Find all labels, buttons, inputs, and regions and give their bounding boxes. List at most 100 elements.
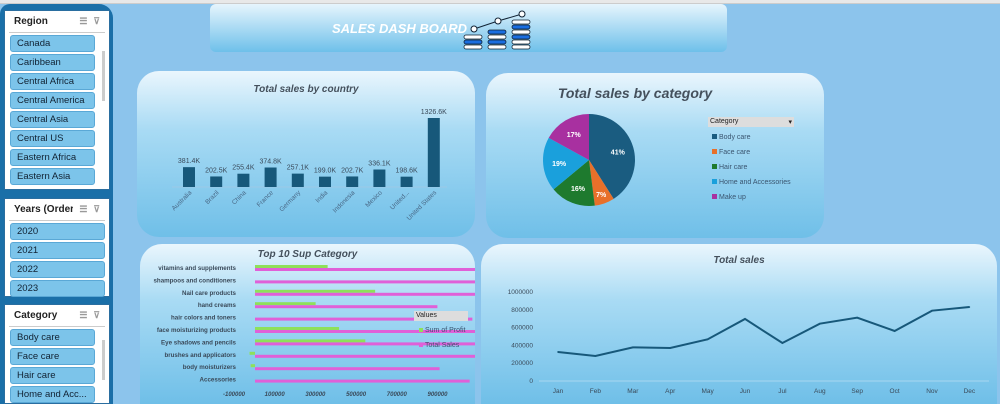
bar-total-sales: [255, 379, 470, 383]
slice-label: 17%: [567, 132, 582, 139]
x-tick-label: 700000: [387, 392, 408, 398]
x-tick-label: Dec: [964, 388, 976, 395]
y-tick-label: 400000: [511, 342, 533, 349]
bar: [183, 167, 195, 187]
data-label: 257.1K: [287, 165, 310, 172]
data-point: [819, 322, 821, 325]
slicer-item-category[interactable]: Face care: [10, 348, 95, 365]
bar: [210, 176, 223, 187]
clear-filter-icon[interactable]: ⊽: [93, 204, 100, 215]
legend-label: Home and Accessories: [719, 179, 791, 186]
region-slicer: Region ☰ ⊽ Canada Caribbean Central Africa Ce…: [4, 10, 110, 190]
x-tick-label: May: [701, 388, 714, 395]
slicer-item-years[interactable]: 2021: [10, 242, 105, 259]
data-label: 202.7K: [341, 167, 364, 174]
slicer-item-region[interactable]: Canada: [10, 35, 95, 52]
multi-select-icon[interactable]: ☰: [79, 16, 87, 27]
multi-select-icon[interactable]: ☰: [79, 310, 87, 321]
bar: [319, 176, 331, 187]
legend-item: Total Sales: [419, 342, 459, 349]
x-tick-label: Germany: [278, 189, 302, 213]
legend-swatch: [419, 328, 423, 332]
legend-item: Make up: [712, 194, 746, 201]
multi-select-icon[interactable]: ☰: [79, 204, 87, 215]
bar-profit: [255, 289, 376, 293]
slicer-item-years[interactable]: 2022: [10, 261, 105, 278]
x-tick-label: 500000: [346, 392, 367, 398]
bar-chart-growth-icon: [463, 10, 531, 50]
x-tick-label: 100000: [265, 392, 286, 398]
legend-swatch: [712, 134, 717, 139]
clear-filter-icon[interactable]: ⊽: [93, 16, 100, 27]
data-label: 336.1K: [368, 161, 391, 168]
y-tick-label: 200000: [511, 360, 533, 367]
bar-profit: [255, 327, 340, 330]
data-point: [632, 346, 634, 349]
category-label: vitamins and supplements: [158, 265, 236, 272]
slicer-item-category[interactable]: Home and Acc...: [10, 386, 95, 403]
x-tick-label: France: [256, 189, 276, 209]
data-point: [594, 355, 597, 357]
category-label: brushes and applicators: [164, 352, 236, 359]
slicer-item-region[interactable]: Central America: [10, 92, 95, 109]
data-point: [557, 351, 559, 353]
bar: [373, 169, 386, 187]
x-tick-label: Jan: [553, 388, 564, 395]
scrollbar[interactable]: [102, 51, 105, 101]
slicer-item-years[interactable]: 2023: [10, 280, 105, 297]
legend-title: Values: [414, 311, 468, 321]
category-label: Eye shadows and pencils: [161, 339, 237, 346]
years-slicer-title: Years (Order...: [14, 204, 74, 215]
scrollbar[interactable]: [102, 340, 105, 380]
bar-total-sales: [255, 280, 475, 284]
total-sales-line-chart: Total sales 0 200000 400000 600000 800000 100…: [481, 244, 997, 404]
slice-label: 19%: [552, 161, 567, 168]
sales-line: [557, 306, 970, 358]
legend-item: Sum of Profit: [419, 327, 465, 334]
slicer-item-region[interactable]: Central US: [10, 130, 95, 147]
y-tick-label: 0: [529, 378, 533, 385]
legend-filter-dropdown[interactable]: Category ▾: [708, 117, 794, 127]
slicer-item-region[interactable]: Eastern Africa: [10, 149, 95, 166]
x-tick-label: United States: [406, 189, 439, 222]
legend-label: Body care: [719, 134, 751, 141]
category-label: face moisturizing products: [157, 327, 237, 334]
slicer-item-years[interactable]: 2020: [10, 223, 105, 240]
slice-label: 7%: [596, 192, 607, 199]
slicer-item-region[interactable]: Caribbean: [10, 54, 95, 71]
y-tick-label: 800000: [511, 307, 533, 314]
dashboard-banner: SALES DASH BOARD: [210, 4, 727, 52]
years-slicer: Years (Order... ☰ ⊽ 2020 2021 2022 2023: [4, 198, 110, 297]
x-tick-label: Mar: [627, 388, 639, 395]
bar: [400, 176, 413, 187]
bar-total-sales: [255, 268, 475, 271]
x-tick-label: Feb: [590, 388, 602, 395]
slicer-item-region[interactable]: Eastern Asia: [10, 168, 95, 185]
bar-profit: [255, 265, 328, 268]
x-tick-label: Mexico: [364, 189, 384, 209]
slicer-item-region[interactable]: Central Africa: [10, 73, 95, 90]
data-point: [856, 316, 858, 319]
slicer-item-category[interactable]: Body care: [10, 329, 95, 346]
legend-label: Hair care: [719, 164, 748, 171]
data-label: 255.4K: [232, 165, 255, 172]
bar-profit: [255, 339, 366, 343]
clear-filter-icon[interactable]: ⊽: [93, 310, 100, 321]
bar-profit: [250, 364, 255, 368]
top-10-sub-category-chart: Top 10 Sup Category vitamins and supplem…: [140, 244, 475, 404]
region-slicer-title: Region: [14, 16, 48, 27]
legend-label: Total Sales: [425, 342, 460, 349]
bar: [346, 176, 359, 187]
bar: [291, 173, 304, 187]
category-slicer-title: Category: [14, 310, 58, 321]
slice-label: 16%: [571, 186, 586, 193]
data-point: [744, 318, 746, 320]
x-tick-label: Sep: [851, 388, 863, 395]
slicer-item-category[interactable]: Hair care: [10, 367, 95, 384]
slice-label: 41%: [611, 150, 626, 157]
x-tick-label: Apr: [665, 388, 676, 395]
x-tick-label: China: [231, 189, 248, 206]
x-tick-label: Jun: [740, 388, 751, 395]
slicer-item-region[interactable]: Central Asia: [10, 111, 95, 128]
data-point: [669, 347, 671, 349]
